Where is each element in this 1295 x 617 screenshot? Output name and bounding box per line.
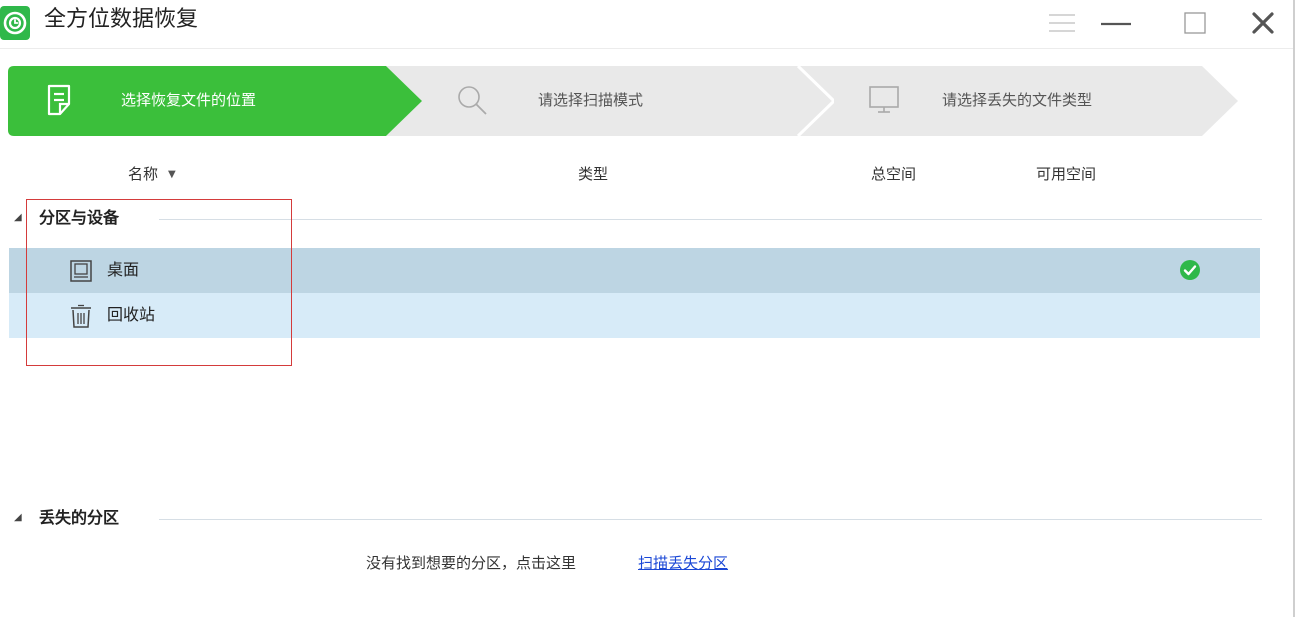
lost-partition-hint: 没有找到想要的分区，点击这里 — [366, 554, 577, 572]
document-edit-icon — [47, 84, 71, 116]
group-lost-partitions: ◢ 丢失的分区 — [14, 506, 1262, 530]
search-icon — [458, 86, 487, 115]
step-file-type[interactable]: 请选择丢失的文件类型 — [798, 66, 1238, 136]
recycle-bin-icon — [71, 304, 91, 328]
step-location[interactable]: 选择恢复文件的位置 — [8, 66, 422, 136]
column-header-total-space[interactable]: 总空间 — [871, 164, 916, 184]
collapse-triangle-icon[interactable]: ◢ — [14, 212, 22, 223]
column-header-name[interactable]: 名称 ▼ — [128, 164, 176, 185]
group-divider — [159, 219, 1262, 220]
group-title: 丢失的分区 — [39, 508, 120, 527]
step-file-type-label: 请选择丢失的文件类型 — [942, 91, 1093, 109]
step-location-label: 选择恢复文件的位置 — [121, 91, 257, 109]
desktop-icon — [70, 260, 92, 282]
title-bar: 全方位数据恢复 — [0, 0, 1295, 49]
close-icon[interactable] — [1250, 10, 1276, 36]
list-item-recycle-bin[interactable]: 回收站 — [9, 293, 1260, 338]
list-item-label: 回收站 — [107, 305, 156, 324]
step-scan-mode[interactable]: 请选择扫描模式 — [386, 66, 834, 136]
step-scan-mode-label: 请选择扫描模式 — [538, 91, 644, 109]
monitor-icon — [869, 86, 899, 113]
app-title: 全方位数据恢复 — [44, 7, 199, 32]
app-logo-icon — [0, 6, 30, 40]
column-header-type[interactable]: 类型 — [578, 164, 608, 184]
menu-icon[interactable] — [1048, 10, 1076, 36]
column-header-free-space[interactable]: 可用空间 — [1036, 164, 1096, 184]
checkmark-icon — [1180, 260, 1200, 280]
maximize-icon[interactable] — [1182, 10, 1208, 36]
group-partitions-devices: ◢ 分区与设备 — [14, 206, 1262, 230]
scan-lost-partition-link[interactable]: 扫描丢失分区 — [638, 553, 728, 573]
list-item-desktop[interactable]: 桌面 — [9, 248, 1260, 293]
step-wizard: 请选择丢失的文件类型 请选择扫描模式 选择恢复文件的位置 — [8, 66, 1238, 136]
column-header-name-label: 名称 — [128, 165, 159, 183]
sort-down-icon: ▼ — [168, 168, 176, 180]
list-item-label: 桌面 — [107, 260, 140, 279]
group-title: 分区与设备 — [39, 208, 120, 227]
minimize-icon[interactable] — [1100, 10, 1132, 36]
collapse-triangle-icon[interactable]: ◢ — [14, 512, 22, 523]
group-divider — [159, 519, 1262, 520]
